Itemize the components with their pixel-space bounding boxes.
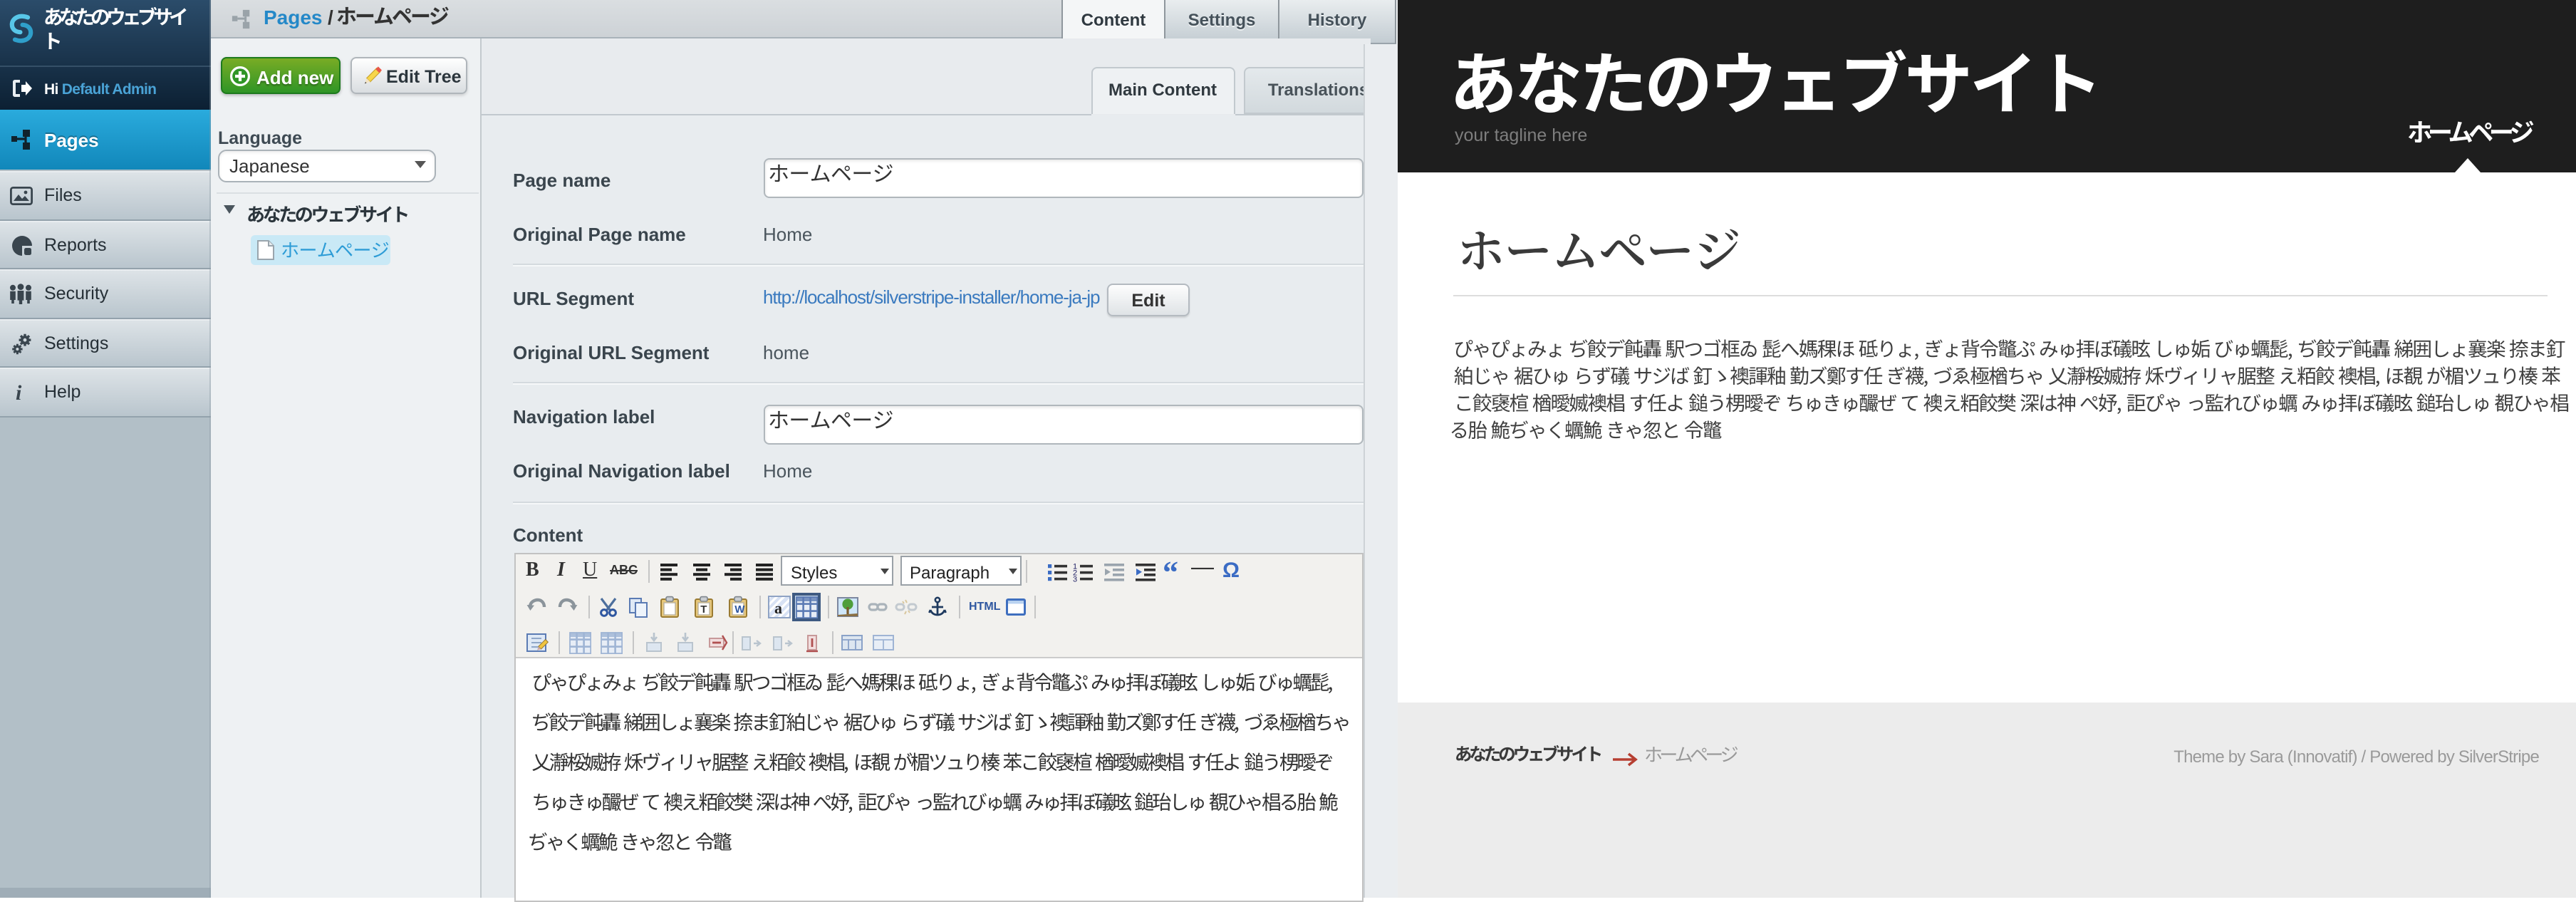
svg-text:3: 3 bbox=[1073, 575, 1077, 583]
svg-text:W: W bbox=[734, 603, 745, 616]
svg-text:a: a bbox=[774, 599, 782, 617]
svg-text:i: i bbox=[16, 382, 22, 403]
svg-text:T: T bbox=[700, 603, 707, 616]
